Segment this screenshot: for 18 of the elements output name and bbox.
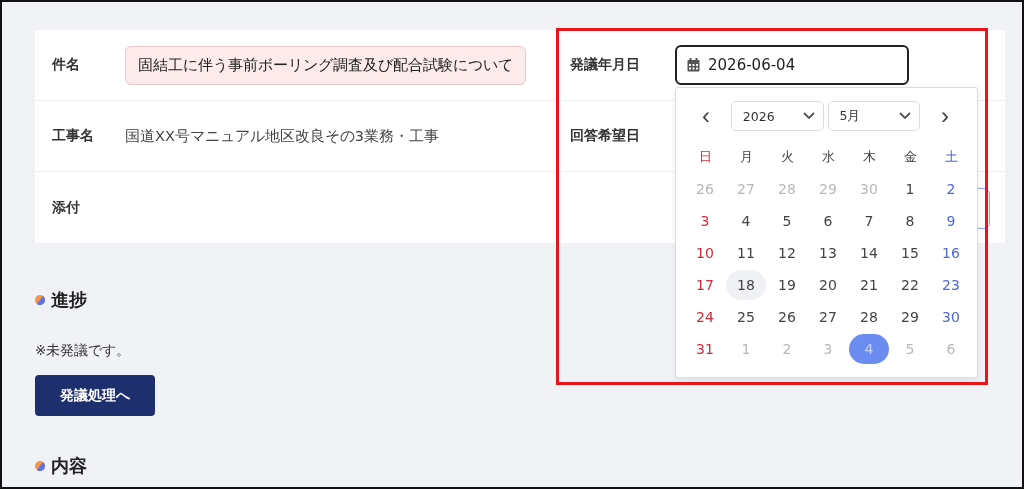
date-value: 2026-06-04 <box>708 56 796 74</box>
weekday-label: 火 <box>780 147 795 166</box>
section-title: 進捗 <box>51 288 87 312</box>
field-label: 工事名 <box>51 127 95 145</box>
weekday-label: 金 <box>903 147 918 166</box>
field-label: 件名 <box>51 56 81 74</box>
weekday-label: 月 <box>739 147 754 166</box>
field-label: 発議年月日 <box>569 56 641 74</box>
status-note: ※未発議です。 <box>35 342 131 360</box>
weekday-label: 木 <box>862 147 877 166</box>
field-label: 回答希望日 <box>569 127 641 145</box>
project-name: 国道XX号マニュアル地区改良その3業務・工事 <box>125 126 440 146</box>
field-label: 添付 <box>51 198 81 217</box>
subject-value: 固結工に伴う事前ボーリング調査及び配合試験について <box>125 45 526 85</box>
section-title: 内容 <box>51 454 87 478</box>
weekday-label: 水 <box>821 147 836 166</box>
weekday-label: 土 <box>944 147 959 166</box>
weekday-label: 日 <box>698 147 713 166</box>
